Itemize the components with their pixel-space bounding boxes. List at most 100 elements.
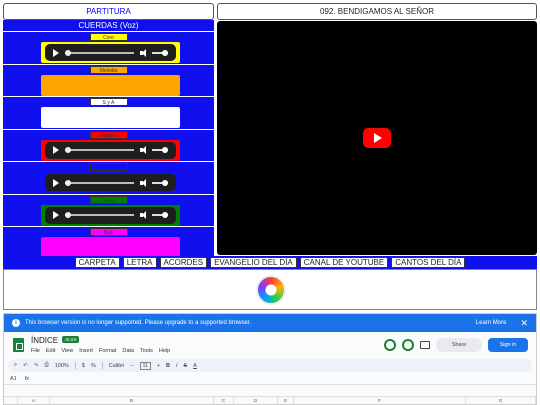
print-icon[interactable]: ⎙ [44, 362, 48, 369]
play-icon[interactable] [53, 211, 59, 219]
menu-bar: File Edit View Insert Format Data Tools … [31, 348, 170, 354]
seek-bar[interactable] [65, 49, 134, 56]
cell-reference[interactable]: A1 [10, 376, 17, 382]
seek-bar[interactable] [65, 179, 134, 186]
menu-help[interactable]: Help [159, 348, 170, 354]
cuerdas-panel: CUERDAS (Voz) Coro Melodia S y A Soprano Ten… [3, 20, 214, 258]
audio-player[interactable] [45, 174, 176, 191]
sheets-logo-icon [13, 338, 24, 352]
volume-slider[interactable] [152, 212, 168, 218]
nav-carpeta[interactable]: CARPETA [74, 257, 120, 268]
font-size-field[interactable]: 11 [139, 361, 151, 370]
nav-youtube-channel[interactable]: CANAL DE YOUTUBE [299, 257, 389, 268]
menu-view[interactable]: View [61, 348, 73, 354]
sheets-titlebar: ÍNDICE .XLSX File Edit View Insert Forma… [4, 332, 536, 358]
close-icon[interactable]: ✕ [520, 318, 528, 329]
seek-knob[interactable] [65, 49, 71, 56]
seek-knob[interactable] [65, 147, 71, 153]
nav-evangelio[interactable]: EVANGELIO DEL DÍA [210, 257, 297, 268]
seek-knob[interactable] [65, 179, 71, 186]
learn-more-link[interactable]: Learn More [476, 320, 507, 326]
menu-edit[interactable]: Edit [46, 348, 55, 354]
audio-player[interactable] [45, 206, 176, 224]
text-color-icon[interactable]: A [193, 363, 197, 369]
currency-icon[interactable]: $ [82, 363, 85, 369]
volume-knob[interactable] [162, 179, 168, 186]
play-icon[interactable] [53, 146, 59, 154]
track-row: Soprano [3, 128, 214, 162]
column-b[interactable]: B [50, 397, 214, 404]
zoom-select[interactable]: 100% [55, 363, 69, 369]
track-row: Tenor [3, 193, 214, 227]
play-icon[interactable] [53, 48, 59, 57]
audio-player[interactable] [45, 44, 176, 61]
nav-cantos-del-dia[interactable]: CANTOS DEL DÍA [391, 257, 466, 268]
menu-format[interactable]: Format [99, 348, 116, 354]
video-player[interactable] [217, 21, 537, 255]
track-row: Melodia [3, 63, 214, 97]
track-box [41, 237, 180, 258]
audio-player[interactable] [45, 141, 176, 159]
menu-insert[interactable]: Insert [79, 348, 93, 354]
volume-slider[interactable] [152, 49, 168, 56]
font-size-increase[interactable]: + [157, 363, 160, 369]
play-icon[interactable] [53, 178, 59, 187]
menu-file[interactable]: File [31, 348, 40, 354]
document-title[interactable]: ÍNDICE [31, 336, 58, 345]
volume-knob[interactable] [162, 212, 168, 218]
undo-icon[interactable]: ↶ [23, 363, 28, 369]
redo-icon[interactable]: ↷ [34, 363, 39, 369]
sign-in-button[interactable]: Sign in [488, 338, 528, 352]
seek-bar[interactable] [65, 212, 134, 218]
track-label: Soprano [89, 130, 128, 139]
column-f[interactable]: F [294, 397, 466, 404]
volume-icon[interactable] [140, 211, 146, 219]
nav-acordes[interactable]: ACORDES [159, 257, 208, 268]
volume-knob[interactable] [162, 49, 168, 56]
volume-icon[interactable] [140, 178, 146, 187]
seek-knob[interactable] [65, 212, 71, 218]
font-select[interactable]: Calibri [109, 363, 125, 369]
music-logo-icon[interactable] [256, 275, 286, 305]
menu-data[interactable]: Data [122, 348, 134, 354]
unsupported-browser-banner: i This browser version is no longer supp… [4, 314, 536, 332]
percent-icon[interactable]: % [91, 363, 96, 369]
column-g[interactable]: G [466, 397, 536, 404]
column-a[interactable]: A [18, 397, 50, 404]
menu-tools[interactable]: Tools [140, 348, 153, 354]
volume-slider[interactable] [152, 147, 168, 153]
column-d[interactable]: D [234, 397, 278, 404]
sheets-toolbar: ⌕ ↶ ↷ ⎙ 100% $ % Calibri − 11 + B I S A [8, 359, 532, 372]
strikethrough-icon[interactable]: S [184, 363, 188, 369]
track-row [3, 161, 214, 194]
collaborator-avatar[interactable] [384, 339, 396, 351]
volume-icon[interactable] [140, 48, 146, 57]
search-icon[interactable]: ⌕ [14, 362, 17, 369]
track-row: Coro [3, 31, 214, 64]
nav-letra[interactable]: LETRA [122, 257, 157, 268]
italic-icon[interactable]: I [176, 363, 178, 369]
volume-slider[interactable] [152, 179, 168, 186]
font-size-decrease[interactable]: − [130, 363, 133, 369]
volume-icon[interactable] [140, 146, 146, 154]
column-e[interactable]: E [278, 397, 294, 404]
google-sheets-embed: i This browser version is no longer supp… [3, 313, 537, 405]
share-button[interactable]: Share [436, 338, 482, 352]
track-box [41, 107, 180, 128]
top-right-tools: Share Sign in [384, 338, 528, 352]
youtube-play-icon[interactable] [363, 128, 391, 148]
partitura-header[interactable]: PARTITURA [3, 3, 214, 20]
seek-bar[interactable] [65, 147, 134, 153]
song-title: 092. BENDIGAMOS AL SEÑOR [217, 3, 537, 20]
track-label: Bajo [89, 228, 128, 236]
bold-icon[interactable]: B [166, 363, 170, 369]
column-c[interactable]: C [214, 397, 234, 404]
track-label [89, 163, 128, 171]
track-label: Melodia [89, 65, 128, 74]
collaborator-avatar-2[interactable] [402, 339, 414, 351]
info-icon: i [12, 319, 20, 327]
volume-knob[interactable] [162, 147, 168, 153]
comment-icon[interactable] [420, 341, 430, 349]
corner-cell[interactable] [4, 397, 18, 404]
page: PARTITURA 092. BENDIGAMOS AL SEÑOR CUERD… [0, 0, 540, 405]
